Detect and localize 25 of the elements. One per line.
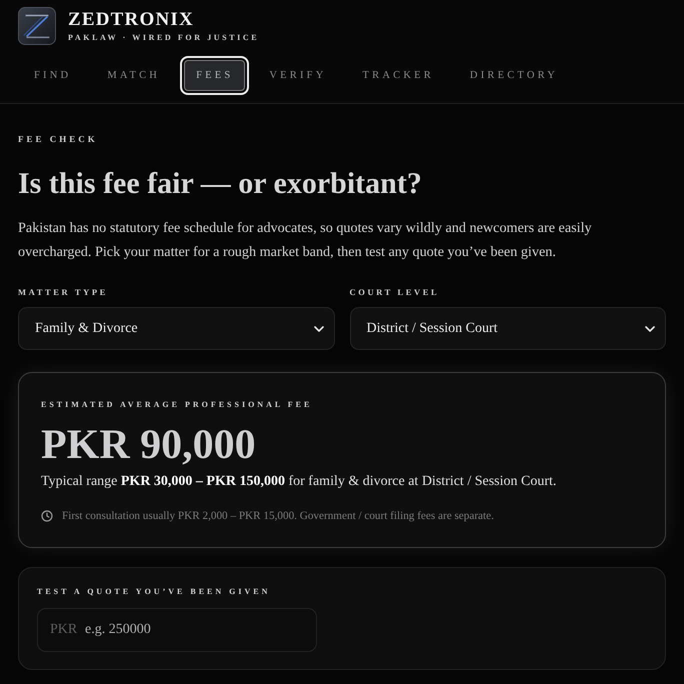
estimated-fee-amount: PKR 90,000 bbox=[41, 421, 256, 469]
filter-label: MATTER TYPE bbox=[18, 286, 108, 298]
nav-tab[interactable]: DIRECTORY bbox=[454, 56, 574, 95]
estimate-label: ESTIMATED AVERAGE PROFESSIONAL FEE bbox=[41, 399, 312, 411]
consultation-note: First consultation usually PKR 2,000 – PKR 15,000. Government / court filing fees are separate. bbox=[62, 509, 494, 524]
nav-tab[interactable]: FIND bbox=[18, 56, 88, 95]
nav-tab[interactable]: FEES bbox=[180, 56, 250, 95]
currency-prefix: PKR bbox=[50, 621, 78, 639]
section-eyebrow: FEE CHECK bbox=[18, 133, 98, 146]
nav-tab[interactable]: MATCH bbox=[91, 56, 176, 95]
typical-range-text: Typical range PKR 30,000 – PKR 150,000 for family & divorce at District / Session Court. bbox=[41, 473, 556, 491]
brand-tagline: PAKLAW · WIRED FOR JUSTICE bbox=[68, 32, 260, 42]
brand-name: ZEDTRONIX bbox=[68, 10, 195, 30]
clock-icon bbox=[41, 510, 53, 522]
nav-tab[interactable]: VERIFY bbox=[253, 56, 343, 95]
nav-tab[interactable]: TRACKER bbox=[346, 56, 450, 95]
dropdown[interactable]: District / Session Court bbox=[350, 307, 666, 350]
logo-icon bbox=[18, 7, 56, 45]
page-heading: Is this fee fair — or exorbitant? bbox=[18, 166, 422, 202]
filter-label: COURT LEVEL bbox=[350, 286, 440, 298]
chevron-down-icon bbox=[645, 326, 655, 332]
quote-test-label: TEST A QUOTE YOU’VE BEEN GIVEN bbox=[37, 586, 270, 598]
dropdown[interactable]: Family & Divorce bbox=[18, 307, 334, 350]
intro-paragraph: Pakistan has no statutory fee schedule for advocates, so quotes vary wildly and newcomers are easily overcharged. Pick your matter for a rough market band, then test any quote you’ve been given. bbox=[18, 219, 593, 262]
chevron-down-icon bbox=[314, 326, 324, 332]
